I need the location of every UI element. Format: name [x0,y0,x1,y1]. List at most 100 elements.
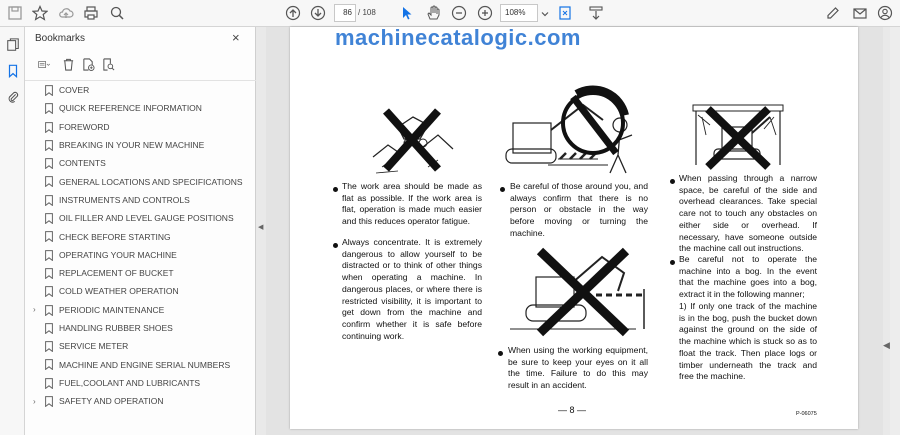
bookmark-item[interactable]: COLD WEATHER OPERATION [25,282,256,300]
bookmark-label: FOREWORD [59,121,110,132]
navigation-rail [0,27,25,435]
bookmark-label: OIL FILLER AND LEVEL GAUGE POSITIONS [59,213,234,224]
bullet-dot [500,187,505,192]
col2-paragraph-working-equipment: When using the working equipment, be sur… [508,345,648,391]
bookmark-item[interactable]: HANDLING RUBBER SHOES [25,319,256,337]
bookmark-icon [45,194,53,206]
bookmark-icon [45,121,53,133]
bookmark-item[interactable]: CHECK BEFORE STARTING [25,227,256,245]
page-number-input[interactable]: 86 [334,4,356,22]
bookmark-item[interactable]: › SAFETY AND OPERATION [25,392,256,410]
bookmark-label: QUICK REFERENCE INFORMATION [59,103,202,114]
expand-right-panel-handle[interactable]: ◀ [883,340,890,351]
bookmark-label: BREAKING IN YOUR NEW MACHINE [59,140,205,151]
vertical-scrollbar[interactable] [890,27,900,435]
bookmark-item[interactable]: QUICK REFERENCE INFORMATION [25,99,256,117]
expand-chevron-icon[interactable]: › [33,305,36,314]
zoom-out-icon[interactable] [450,4,468,22]
find-bookmark-icon[interactable] [101,57,115,71]
bookmark-label: CHECK BEFORE STARTING [59,231,171,242]
bookmark-label: COVER [59,85,90,96]
bookmarks-icon[interactable] [4,62,21,79]
bookmark-icon [45,176,53,188]
bullet-dot [333,187,338,192]
bookmark-label: COLD WEATHER OPERATION [59,286,179,297]
zoom-in-icon[interactable] [476,4,494,22]
bookmark-label: REPLACEMENT OF BUCKET [59,268,174,279]
page-code: P-06075 [796,411,817,417]
bookmark-icon [45,286,53,298]
bookmark-item[interactable]: MACHINE AND ENGINE SERIAL NUMBERS [25,355,256,373]
close-panel-button[interactable]: × [232,30,240,45]
bookmark-item[interactable]: › PERIODIC MAINTENANCE [25,301,256,319]
edit-sign-icon[interactable] [824,4,842,22]
bookmark-list: COVER QUICK REFERENCE INFORMATION FOREWORD… [25,80,256,410]
bookmark-item[interactable]: GENERAL LOCATIONS AND SPECIFICATIONS [25,172,256,190]
bookmark-item[interactable]: INSTRUMENTS AND CONTROLS [25,191,256,209]
collapse-panel-handle[interactable]: ◀ [258,223,263,231]
bookmark-item[interactable]: SERVICE METER [25,337,256,355]
options-menu-icon[interactable] [33,57,55,71]
watermark-text: machinecatalogic.com [335,25,581,50]
bookmark-item[interactable]: OPERATING YOUR MACHINE [25,246,256,264]
bookmark-icon [45,396,53,408]
bookmark-item[interactable]: FUEL,COOLANT AND LUBRICANTS [25,374,256,392]
page-thumbnails-icon[interactable] [4,36,21,53]
bookmark-icon [45,231,53,243]
bookmark-icon [45,85,53,96]
col2-paragraph-careful-around: Be careful of those around you, and alwa… [510,181,648,238]
delete-bookmark-icon[interactable] [61,57,75,71]
next-page-icon[interactable] [309,4,327,22]
bookmark-icon [45,322,53,334]
select-cursor-icon[interactable] [398,4,416,22]
hand-tool-icon[interactable] [424,4,442,22]
bullet-dot [498,351,503,356]
bookmark-icon [45,359,53,371]
col3-paragraph-bog: Be careful not to operate the machine in… [679,254,817,300]
bookmark-item[interactable]: CONTENTS [25,154,256,172]
bookmark-label: HANDLING RUBBER SHOES [59,323,173,333]
bookmark-label: FUEL,COOLANT AND LUBRICANTS [59,377,201,388]
bookmark-item[interactable]: OIL FILLER AND LEVEL GAUGE POSITIONS [25,209,256,227]
bookmark-item[interactable]: BREAKING IN YOUR NEW MACHINE [25,136,256,154]
illustration-uneven-ground [372,108,454,174]
zoom-dropdown-chevron-icon[interactable] [540,5,550,23]
expand-chevron-icon[interactable]: › [33,397,36,406]
save-icon[interactable] [6,4,24,22]
bookmark-icon [45,139,53,151]
bookmark-label: SERVICE METER [59,341,129,352]
bookmark-label: SAFETY AND OPERATION [59,396,164,407]
zoom-search-icon[interactable] [108,4,126,22]
bookmark-item[interactable]: REPLACEMENT OF BUCKET [25,264,256,282]
bookmark-icon [45,213,53,225]
bookmark-label: PERIODIC MAINTENANCE [59,304,165,315]
bookmark-label: OPERATING YOUR MACHINE [59,249,177,260]
share-mail-icon[interactable] [851,4,869,22]
previous-page-icon[interactable] [284,4,302,22]
document-page: machinecatalogic.com The work area shoul… [290,25,858,429]
fit-page-icon[interactable] [556,4,574,22]
col1-paragraph-concentrate: Always concentrate. It is extremely dang… [342,237,482,341]
bookmark-item[interactable]: COVER [25,81,256,99]
bookmarks-panel: Bookmarks × COVER QUICK REFERENCE INFORMA… [25,27,256,435]
illustration-narrow-space [692,104,784,170]
new-bookmark-icon[interactable] [81,57,95,71]
attachments-icon[interactable] [4,88,21,105]
print-icon[interactable] [82,4,100,22]
bookmark-icon [45,341,53,353]
bookmark-icon [45,268,53,279]
cloud-upload-icon[interactable] [57,4,75,22]
bookmark-icon [45,304,53,316]
bookmark-item[interactable]: FOREWORD [25,118,256,136]
scroll-mode-icon[interactable] [587,4,605,22]
col3-paragraph-one-track: 1) If only one track of the machine is i… [679,301,817,382]
col1-paragraph-flat-area: The work area should be made as flat as … [342,181,482,227]
bookmark-label: INSTRUMENTS AND CONTROLS [59,194,190,205]
bookmark-label: GENERAL LOCATIONS AND SPECIFICATIONS [59,176,243,187]
page-total: / 108 [358,8,376,17]
star-icon[interactable] [31,4,49,22]
zoom-level-select[interactable]: 108% [500,4,538,22]
bullet-dot [333,243,338,248]
account-icon[interactable] [876,4,894,22]
page-number-footer: — 8 — [558,405,587,415]
